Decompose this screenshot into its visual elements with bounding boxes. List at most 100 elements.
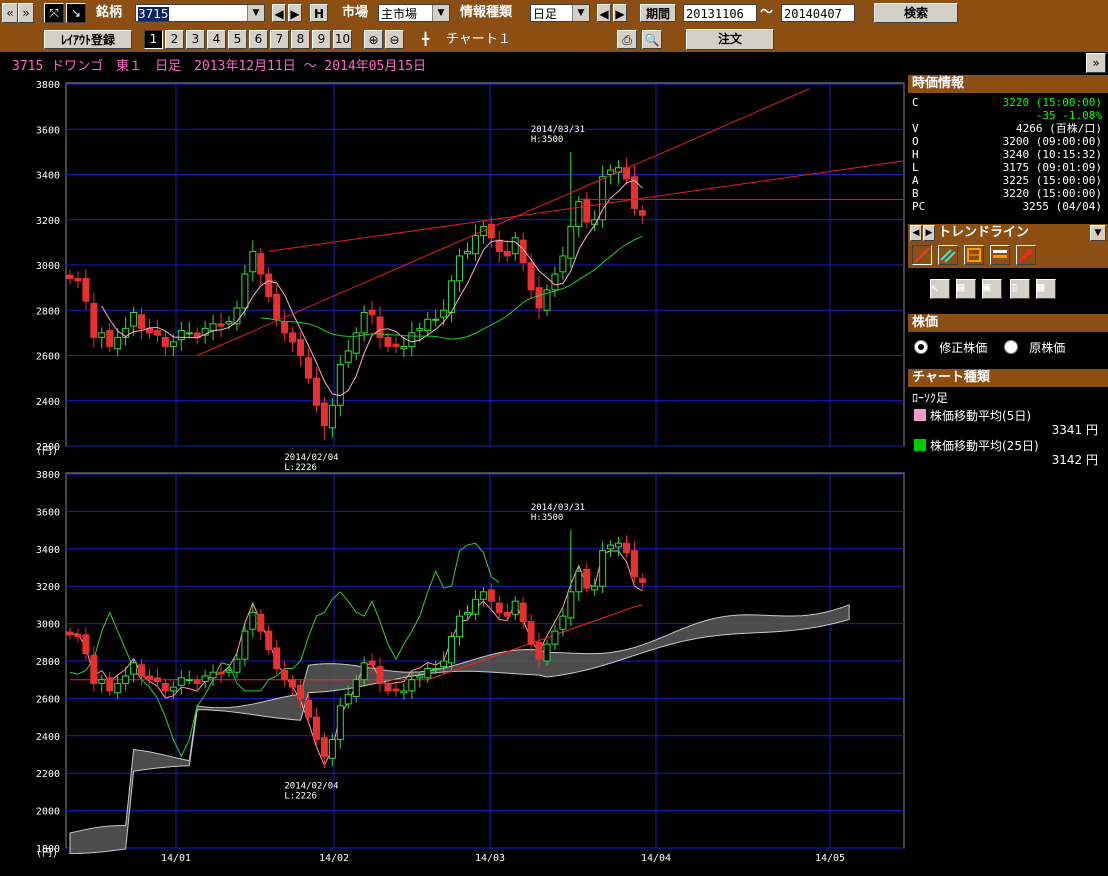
ma-25-swatch <box>914 439 926 451</box>
nav-prev-icon[interactable]: « <box>2 3 18 23</box>
info-prev-button[interactable]: ◀ <box>597 4 611 22</box>
preview-icon[interactable]: 🔍 <box>642 30 662 49</box>
candle-body <box>360 662 368 681</box>
layout-button-3[interactable]: 3 <box>186 30 205 49</box>
trendline-next-button[interactable]: ▶ <box>923 225 935 241</box>
delete-icon[interactable]: ▯ <box>1010 279 1030 299</box>
candle-body <box>535 287 543 309</box>
trendline-dropdown-button[interactable]: ▼ <box>1090 225 1106 241</box>
y-tick-label: 3200 <box>36 582 60 593</box>
pen-icon[interactable]: ↘ <box>66 3 86 23</box>
ma-item-25[interactable]: 株価移動平均(25日) 3142 円 <box>912 437 1102 467</box>
zoom-out-icon[interactable]: ⊖ <box>385 30 404 49</box>
layout-button-7[interactable]: 7 <box>270 30 289 49</box>
y-tick-label: 3800 <box>36 470 60 481</box>
price-option-raw[interactable]: 原株価 <box>1004 338 1065 356</box>
price-option-adjusted-label: 修正株価 <box>939 341 988 355</box>
candle-body <box>305 357 312 379</box>
ma-5-label: 株価移動平均(5日) <box>930 409 1031 423</box>
cursor-icon[interactable]: ⤧ <box>44 3 64 23</box>
candle-body <box>177 330 185 341</box>
info-type-label: 情報種類 <box>460 5 513 20</box>
candle-body <box>273 647 281 669</box>
candle-body <box>344 694 352 705</box>
info-next-button[interactable]: ▶ <box>613 4 627 22</box>
parallel-line-tool-icon[interactable] <box>938 245 958 265</box>
layout-button-9[interactable]: 9 <box>312 30 331 49</box>
zoom-in-icon[interactable]: ⊕ <box>364 30 383 49</box>
y-tick-label: 3200 <box>36 216 60 227</box>
chart-type-name: ﾛｰｿｸ足 <box>912 391 949 405</box>
quote-value: 3175 (09:01:09) <box>1002 161 1102 174</box>
candle-body <box>567 226 575 259</box>
arrow-tool-icon[interactable] <box>1016 245 1036 265</box>
ticker-select[interactable]: 3715 ▼ <box>135 4 265 22</box>
ticker-next-button[interactable]: ▶ <box>288 4 302 22</box>
candle-body <box>273 293 281 320</box>
candle-body <box>392 688 400 692</box>
quote-value: 3255 (04/04) <box>1022 200 1102 213</box>
print-icon[interactable]: ⎙ <box>617 30 637 49</box>
candle-body <box>90 654 98 684</box>
annotation-label: L:2226 <box>284 791 317 801</box>
market-select[interactable]: 主市場 ▼ <box>378 4 450 22</box>
period-from-input[interactable]: 20131106 <box>683 4 757 22</box>
quote-value: 3240 (10:15:32) <box>1002 148 1102 161</box>
candle-body <box>503 250 511 257</box>
ma-item-5[interactable]: 株価移動平均(5日) 3341 円 <box>912 407 1102 437</box>
chevron-down-icon: ▼ <box>572 5 589 21</box>
panel-toggle-icon[interactable]: » <box>1086 53 1106 73</box>
ticker-prev-button[interactable]: ◀ <box>272 4 286 22</box>
x-tick-label: 14/02 <box>319 853 349 864</box>
y-tick-label: 3000 <box>36 261 60 272</box>
layout-button-4[interactable]: 4 <box>207 30 226 49</box>
layout-button-8[interactable]: 8 <box>291 30 310 49</box>
crosshair-icon[interactable]: ╋ <box>416 30 435 49</box>
candle-body <box>456 615 464 638</box>
h-button[interactable]: H <box>310 4 328 22</box>
text-tool-icon[interactable] <box>990 245 1010 265</box>
paste-icon[interactable]: ▣ <box>982 279 1002 299</box>
layout-register-button[interactable]: ﾚｲｱｳﾄ登録 <box>44 30 132 49</box>
copy-icon[interactable]: ▤ <box>956 279 976 299</box>
select-pointer-icon[interactable]: ↖ <box>930 279 950 299</box>
info-type-select[interactable]: 日足 ▼ <box>530 4 590 22</box>
order-button[interactable]: 注文 <box>686 29 774 50</box>
candle-body <box>408 332 416 347</box>
candle-body <box>209 671 217 679</box>
y-tick-label: 2400 <box>36 397 60 408</box>
y-tick-label: 2400 <box>36 732 60 743</box>
candle-body <box>583 568 591 589</box>
candle-body <box>249 611 257 630</box>
price-option-adjusted[interactable]: 修正株価 <box>914 338 987 356</box>
annotation-label: 2014/02/04 <box>284 781 338 791</box>
quote-row: -35 -1.08% <box>912 109 1102 122</box>
candle-body <box>312 377 320 406</box>
candle-body <box>503 611 511 617</box>
layout-button-1[interactable]: 1 <box>144 30 163 49</box>
ticker-label: 銘柄 <box>96 5 123 20</box>
quote-key: H <box>912 148 919 161</box>
period-to-input[interactable]: 20140407 <box>781 4 855 22</box>
layout-button-2[interactable]: 2 <box>165 30 184 49</box>
candle-body <box>384 336 392 347</box>
candle-body <box>312 716 320 741</box>
candle-body <box>114 336 122 350</box>
candle-body <box>368 660 376 666</box>
candle-body <box>161 336 169 347</box>
y-tick-label: 2600 <box>36 694 60 705</box>
candle-body <box>209 323 217 332</box>
candle-body <box>122 675 130 684</box>
candle-body <box>225 669 233 673</box>
nav-next-icon[interactable]: » <box>18 3 34 23</box>
layout-button-10[interactable]: 10 <box>333 30 352 49</box>
fibonacci-tool-icon[interactable] <box>964 245 984 265</box>
trendline-prev-button[interactable]: ◀ <box>910 225 922 241</box>
trendline-tool-icon[interactable] <box>912 245 932 265</box>
layout-button-6[interactable]: 6 <box>249 30 268 49</box>
candle-body <box>607 544 615 550</box>
search-button[interactable]: 検索 <box>874 3 958 23</box>
delete-all-icon[interactable]: ▦ <box>1036 279 1056 299</box>
candle-body <box>638 578 646 583</box>
layout-button-5[interactable]: 5 <box>228 30 247 49</box>
